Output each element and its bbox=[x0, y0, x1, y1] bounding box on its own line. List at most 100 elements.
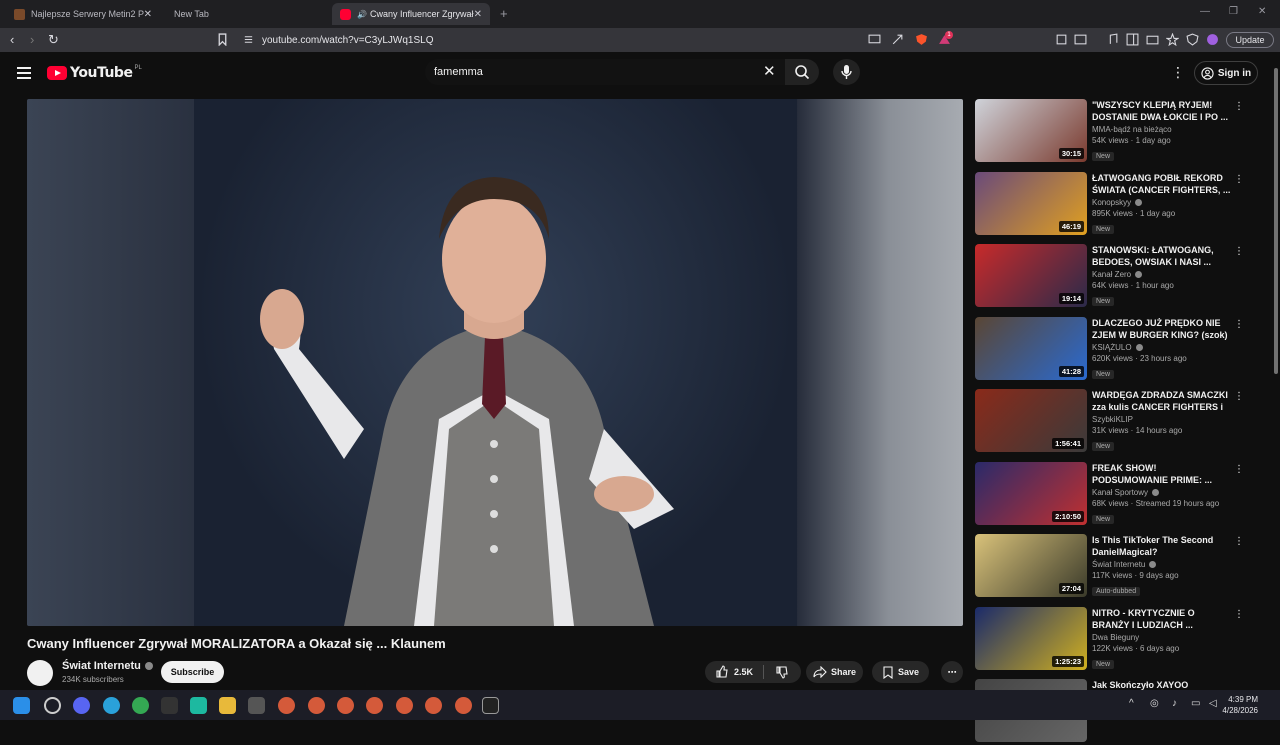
video-thumbnail[interactable]: 2:10:50 bbox=[975, 462, 1087, 525]
video-thumbnail[interactable]: 30:15 bbox=[975, 99, 1087, 162]
recommendation-channel-row[interactable]: MMA-bądź na bieżąco bbox=[1092, 125, 1232, 134]
video-thumbnail[interactable]: 41:28 bbox=[975, 317, 1087, 380]
terminal-icon[interactable] bbox=[482, 697, 499, 714]
file-explorer-icon[interactable] bbox=[219, 697, 236, 714]
more-vert-icon[interactable]: ⋮ bbox=[1234, 101, 1244, 113]
search-button[interactable] bbox=[785, 59, 819, 85]
brave-icon[interactable] bbox=[425, 697, 442, 714]
profile-icon[interactable] bbox=[1206, 33, 1219, 46]
site-info-icon[interactable] bbox=[243, 34, 254, 45]
more-vert-icon[interactable]: ⋮ bbox=[1234, 319, 1244, 331]
minimize-icon[interactable]: — bbox=[1200, 6, 1210, 17]
recommendation-channel-row[interactable]: Kanał Zero bbox=[1092, 270, 1232, 279]
recommendation-item[interactable]: 1:25:23 NITRO - KRYTYCZNIE O BRANŻY I LUD… bbox=[975, 607, 1265, 673]
more-vert-icon[interactable]: ⋮ bbox=[1234, 174, 1244, 186]
leo-icon[interactable] bbox=[1166, 33, 1179, 46]
recommendation-title[interactable]: "WSZYSCY KLEPIĄ RYJEM! DOSTANIE DWA ŁOKC… bbox=[1092, 99, 1232, 123]
screenshot-icon[interactable] bbox=[1074, 33, 1087, 46]
recommendation-title[interactable]: STANOWSKI: ŁATWOGANG, BEDOES, OWSIAK I N… bbox=[1092, 244, 1232, 268]
clear-search-icon[interactable]: ✕ bbox=[763, 64, 776, 79]
more-vert-icon[interactable]: ⋮ bbox=[1234, 536, 1244, 548]
share-page-icon[interactable] bbox=[891, 33, 904, 46]
window-close-icon[interactable]: ✕ bbox=[1258, 6, 1266, 17]
recommendation-channel-row[interactable]: Konopskyy bbox=[1092, 198, 1232, 207]
discord-icon[interactable] bbox=[73, 697, 90, 714]
subscribe-button[interactable]: Subscribe bbox=[161, 661, 224, 683]
recommendation-item[interactable]: 41:28 DLACZEGO JUŻ PRĘDKO NIE ZJEM W BURG… bbox=[975, 317, 1265, 383]
tray-app-icon[interactable]: ◎ bbox=[1150, 698, 1159, 709]
recommendation-channel-row[interactable]: Świat Internetu bbox=[1092, 560, 1232, 569]
recommendation-item[interactable]: 46:19 ŁATWOGANG POBIŁ REKORD ŚWIATA (CANC… bbox=[975, 172, 1265, 238]
wallet-icon[interactable] bbox=[1146, 33, 1159, 46]
share-button[interactable]: Share bbox=[806, 661, 863, 683]
maximize-icon[interactable]: ❐ bbox=[1229, 6, 1238, 17]
extensions-icon[interactable] bbox=[1055, 33, 1068, 46]
tray-chevron-icon[interactable]: ^ bbox=[1129, 698, 1134, 709]
recommendation-item[interactable]: 27:04 Is This TikToker The Second DanielM… bbox=[975, 534, 1265, 600]
recommendation-title[interactable]: FREAK SHOW! PODSUMOWANIE PRIME: ... bbox=[1092, 462, 1232, 486]
sign-in-button[interactable]: Sign in bbox=[1194, 61, 1258, 85]
brave-icon[interactable] bbox=[455, 697, 472, 714]
browser-tab-metin[interactable]: Najlepsze Serwery Metin2 PL [20 ✕ bbox=[6, 3, 160, 25]
recommendation-title[interactable]: NITRO - KRYTYCZNIE O BRANŻY I LUDZIACH .… bbox=[1092, 607, 1232, 631]
voice-search-button[interactable] bbox=[833, 59, 860, 85]
scrollbar-thumb[interactable] bbox=[1274, 68, 1278, 374]
more-actions-button[interactable]: ⋯ bbox=[941, 661, 963, 683]
channel-name-link[interactable]: Świat Internetu bbox=[62, 660, 153, 672]
video-thumbnail[interactable]: 27:04 bbox=[975, 534, 1087, 597]
recommendation-item[interactable]: 19:14 STANOWSKI: ŁATWOGANG, BEDOES, OWSIA… bbox=[975, 244, 1265, 310]
browser-tab-youtube[interactable]: 🔊 Cwany Influencer Zgrywał MO ✕ bbox=[332, 3, 490, 25]
more-vert-icon[interactable]: ⋮ bbox=[1171, 64, 1185, 80]
sidebar-icon[interactable] bbox=[1126, 33, 1139, 46]
video-player[interactable] bbox=[27, 99, 963, 626]
cast-icon[interactable] bbox=[868, 33, 881, 46]
recommendation-channel-row[interactable]: Kanał Sportowy bbox=[1092, 488, 1232, 497]
scrollbar[interactable] bbox=[1272, 54, 1280, 684]
app-icon[interactable] bbox=[190, 697, 207, 714]
more-vert-icon[interactable]: ⋮ bbox=[1234, 391, 1244, 403]
video-thumbnail[interactable]: 1:25:23 bbox=[975, 607, 1087, 670]
youtube-logo[interactable]: YouTube PL bbox=[47, 65, 142, 81]
recommendation-title[interactable]: WARDĘGA ZDRADZA SMACZKI zza kulis CANCER… bbox=[1092, 389, 1232, 413]
new-tab-icon[interactable]: + bbox=[500, 6, 508, 21]
vpn-icon[interactable] bbox=[1186, 33, 1199, 46]
network-icon[interactable]: ▭ bbox=[1191, 698, 1200, 709]
system-clock[interactable]: 4:39 PM 4/28/2026 bbox=[1222, 694, 1258, 716]
back-icon[interactable]: ‹ bbox=[10, 33, 14, 47]
more-vert-icon[interactable]: ⋮ bbox=[1234, 609, 1244, 621]
update-button[interactable]: Update bbox=[1226, 32, 1274, 48]
reload-icon[interactable]: ↻ bbox=[48, 33, 59, 47]
hamburger-menu-icon[interactable] bbox=[17, 67, 31, 79]
recommendation-channel-row[interactable]: SzybkiKLIP bbox=[1092, 415, 1232, 424]
microphone-tray-icon[interactable]: ♪ bbox=[1172, 698, 1177, 709]
search-input[interactable]: famemma bbox=[425, 59, 785, 85]
brave-icon[interactable] bbox=[337, 697, 354, 714]
more-vert-icon[interactable]: ⋮ bbox=[1234, 464, 1244, 476]
brave-icon[interactable] bbox=[396, 697, 413, 714]
bookmark-icon[interactable] bbox=[216, 33, 229, 46]
app-icon[interactable] bbox=[248, 697, 265, 714]
volume-icon[interactable]: ◁ bbox=[1209, 698, 1217, 709]
channel-avatar[interactable] bbox=[27, 660, 53, 686]
brave-icon[interactable] bbox=[278, 697, 295, 714]
address-bar[interactable]: youtube.com/watch?v=C3yLJWq1SLQ bbox=[238, 30, 962, 50]
chrome-icon[interactable] bbox=[132, 697, 149, 714]
more-vert-icon[interactable]: ⋮ bbox=[1234, 246, 1244, 258]
recommendation-title[interactable]: DLACZEGO JUŻ PRĘDKO NIE ZJEM W BURGER KI… bbox=[1092, 317, 1232, 341]
video-thumbnail[interactable]: 46:19 bbox=[975, 172, 1087, 235]
telegram-icon[interactable] bbox=[103, 697, 120, 714]
brave-icon[interactable] bbox=[308, 697, 325, 714]
windows-start-icon[interactable] bbox=[13, 697, 30, 714]
steam-icon[interactable] bbox=[161, 697, 178, 714]
brave-icon[interactable] bbox=[366, 697, 383, 714]
dislike-button[interactable] bbox=[764, 665, 800, 679]
video-thumbnail[interactable]: 1:56:41 bbox=[975, 389, 1087, 452]
recommendation-item[interactable]: 1:56:41 WARDĘGA ZDRADZA SMACZKI zza kulis… bbox=[975, 389, 1265, 455]
recommendation-title[interactable]: ŁATWOGANG POBIŁ REKORD ŚWIATA (CANCER FI… bbox=[1092, 172, 1232, 196]
recommendation-title[interactable]: Is This TikToker The Second DanielMagica… bbox=[1092, 534, 1232, 558]
forward-icon[interactable]: › bbox=[30, 33, 34, 47]
video-thumbnail[interactable]: 19:14 bbox=[975, 244, 1087, 307]
save-button[interactable]: Save bbox=[872, 661, 929, 683]
app-icon[interactable] bbox=[44, 697, 61, 714]
like-button[interactable]: 2.5K bbox=[705, 665, 763, 679]
